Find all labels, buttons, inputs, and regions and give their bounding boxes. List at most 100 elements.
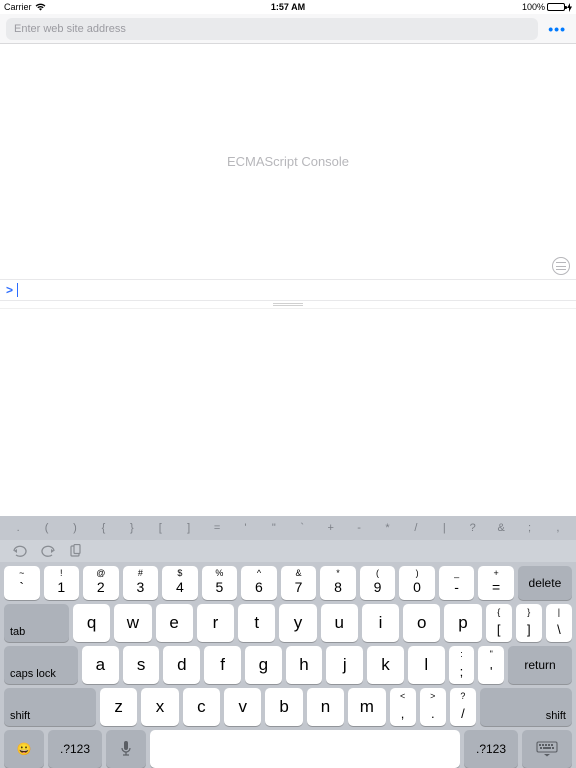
sym-+[interactable]: +	[316, 522, 344, 534]
key-c[interactable]: c	[183, 688, 220, 726]
key-;[interactable]: :;	[449, 646, 475, 684]
key-l[interactable]: l	[408, 646, 445, 684]
output-area	[0, 309, 576, 516]
key-3[interactable]: #3	[123, 566, 159, 600]
key-numtoggle-left[interactable]: .?123	[48, 730, 102, 768]
key-\[interactable]: |\	[546, 604, 572, 642]
key-8[interactable]: *8	[320, 566, 356, 600]
sym-][interactable]: ]	[174, 522, 202, 534]
sym-[[interactable]: [	[146, 522, 174, 534]
key-.[interactable]: >.	[420, 688, 446, 726]
key-space[interactable]	[150, 730, 460, 768]
key-i[interactable]: i	[362, 604, 399, 642]
sym-;[interactable]: ;	[515, 522, 543, 534]
key-2[interactable]: @2	[83, 566, 119, 600]
key-o[interactable]: o	[403, 604, 440, 642]
sym-'[interactable]: '	[231, 522, 259, 534]
key-a[interactable]: a	[82, 646, 119, 684]
key-6[interactable]: ^6	[241, 566, 277, 600]
sym-*[interactable]: *	[373, 522, 401, 534]
key-v[interactable]: v	[224, 688, 261, 726]
key-'[interactable]: "'	[478, 646, 504, 684]
url-input[interactable]	[6, 18, 538, 40]
sym-&[interactable]: &	[487, 522, 515, 534]
sym-=[interactable]: =	[203, 522, 231, 534]
symbol-shortcut-row: .(){}[]='"`+-*/|?&;,	[0, 516, 576, 540]
status-bar: Carrier 1:57 AM 100%	[0, 0, 576, 14]
key-,[interactable]: <,	[390, 688, 416, 726]
key-emoji[interactable]: 😀	[4, 730, 44, 768]
key-e[interactable]: e	[156, 604, 193, 642]
key-tab[interactable]: tab	[4, 604, 69, 642]
sym-)[interactable]: )	[61, 522, 89, 534]
key-][interactable]: }]	[516, 604, 542, 642]
key-shift-left[interactable]: shift	[4, 688, 96, 726]
battery-label: 100%	[522, 2, 545, 12]
url-bar: •••	[0, 14, 576, 44]
wifi-icon	[35, 3, 46, 11]
key-7[interactable]: &7	[281, 566, 317, 600]
sym-([interactable]: (	[32, 522, 60, 534]
dismiss-keyboard-icon	[536, 741, 558, 757]
key-f[interactable]: f	[204, 646, 241, 684]
battery-icon	[547, 3, 565, 11]
key-return[interactable]: return	[508, 646, 572, 684]
key-y[interactable]: y	[279, 604, 316, 642]
key-numtoggle-right[interactable]: .?123	[464, 730, 518, 768]
function-row	[0, 540, 576, 562]
key-9[interactable]: (9	[360, 566, 396, 600]
key-dictation[interactable]	[106, 730, 146, 768]
console-prompt[interactable]: >	[0, 279, 576, 301]
sym-{[interactable]: {	[89, 522, 117, 534]
key-h[interactable]: h	[286, 646, 323, 684]
key-delete[interactable]: delete	[518, 566, 572, 600]
sym-}[interactable]: }	[118, 522, 146, 534]
key-/[interactable]: ?/	[450, 688, 476, 726]
key-x[interactable]: x	[141, 688, 178, 726]
key-b[interactable]: b	[265, 688, 302, 726]
console-area: ECMAScript Console	[0, 44, 576, 279]
charging-icon	[567, 3, 572, 12]
more-button[interactable]: •••	[544, 21, 570, 37]
undo-icon[interactable]	[12, 544, 28, 558]
key-u[interactable]: u	[321, 604, 358, 642]
key-t[interactable]: t	[238, 604, 275, 642]
sym-/[interactable]: /	[402, 522, 430, 534]
key-=[interactable]: +=	[478, 566, 514, 600]
key-1[interactable]: !1	[44, 566, 80, 600]
sym-.[interactable]: .	[4, 522, 32, 534]
console-label: ECMAScript Console	[227, 154, 349, 169]
key-4[interactable]: $4	[162, 566, 198, 600]
key-d[interactable]: d	[163, 646, 200, 684]
sym-?[interactable]: ?	[459, 522, 487, 534]
key-k[interactable]: k	[367, 646, 404, 684]
clipboard-icon[interactable]	[68, 544, 84, 558]
sym-|[interactable]: |	[430, 522, 458, 534]
menu-icon	[556, 262, 566, 270]
key-0[interactable]: )0	[399, 566, 435, 600]
key-p[interactable]: p	[444, 604, 481, 642]
drag-handle[interactable]	[0, 301, 576, 309]
sym--[interactable]: -	[345, 522, 373, 534]
key-5[interactable]: %5	[202, 566, 238, 600]
key-m[interactable]: m	[348, 688, 385, 726]
key-s[interactable]: s	[123, 646, 160, 684]
key-`[interactable]: ~`	[4, 566, 40, 600]
key-j[interactable]: j	[326, 646, 363, 684]
key-w[interactable]: w	[114, 604, 151, 642]
key-z[interactable]: z	[100, 688, 137, 726]
key-[[interactable]: {[	[486, 604, 512, 642]
key-q[interactable]: q	[73, 604, 110, 642]
console-menu-button[interactable]	[552, 257, 570, 275]
sym-,[interactable]: ,	[544, 522, 572, 534]
key--[interactable]: _-	[439, 566, 475, 600]
key-n[interactable]: n	[307, 688, 344, 726]
key-g[interactable]: g	[245, 646, 282, 684]
sym-`[interactable]: `	[288, 522, 316, 534]
key-capslock[interactable]: caps lock	[4, 646, 78, 684]
sym-"[interactable]: "	[260, 522, 288, 534]
redo-icon[interactable]	[40, 544, 56, 558]
key-dismiss[interactable]	[522, 730, 572, 768]
key-shift-right[interactable]: shift	[480, 688, 572, 726]
key-r[interactable]: r	[197, 604, 234, 642]
